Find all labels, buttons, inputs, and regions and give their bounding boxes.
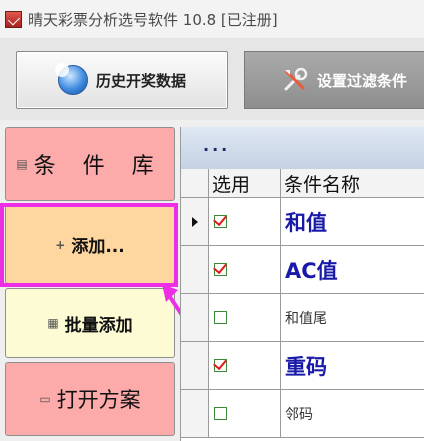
row-indicator[interactable]	[181, 390, 209, 438]
current-row-arrow-icon	[192, 217, 198, 227]
column-header-name[interactable]: 条件名称	[281, 169, 424, 198]
row-indicator[interactable]	[181, 246, 209, 294]
select-cell	[209, 198, 281, 246]
row-indicator[interactable]	[181, 294, 209, 342]
condition-library-button[interactable]: ▤ 条 件 库	[5, 127, 175, 201]
highlight-annotation-box	[0, 203, 178, 287]
batch-add-label: 批量添加	[64, 315, 133, 336]
title-bar: 晴天彩票分析选号软件 10.8 [已注册]	[0, 0, 424, 39]
condition-library-label: 条 件 库	[33, 154, 164, 179]
history-draw-data-label: 历史开奖数据	[95, 71, 186, 90]
globe-icon	[54, 63, 88, 95]
batch-add-button[interactable]: ▦ 批量添加	[5, 288, 175, 358]
open-plan-label: 打开方案	[56, 388, 141, 412]
use-checkbox[interactable]	[214, 311, 227, 324]
condition-name-cell[interactable]: 邻码	[281, 390, 424, 438]
tools-icon	[284, 67, 308, 91]
row-indicator[interactable]	[181, 342, 209, 390]
condition-name-cell[interactable]: 和值尾	[281, 294, 424, 342]
condition-name-cell[interactable]: 重码	[281, 342, 424, 390]
toolbar: 历史开奖数据 设置过滤条件	[0, 38, 424, 120]
set-filter-conditions-button[interactable]: 设置过滤条件	[244, 51, 424, 109]
select-cell	[209, 294, 281, 342]
select-cell	[209, 246, 281, 294]
app-icon	[5, 10, 22, 28]
open-plan-button[interactable]: ▭ 打开方案	[5, 362, 175, 436]
grid-caption: ...	[181, 127, 424, 169]
header-corner	[181, 169, 209, 198]
condition-name-cell[interactable]: 和值	[281, 198, 424, 246]
set-filter-conditions-label: 设置过滤条件	[316, 71, 407, 90]
grid-icon: ▦	[47, 316, 59, 330]
use-checkbox[interactable]	[214, 407, 227, 420]
row-indicator[interactable]	[181, 198, 209, 246]
folder-icon: ▭	[39, 392, 51, 406]
history-draw-data-button[interactable]: 历史开奖数据	[16, 51, 228, 109]
list-icon: ▤	[16, 157, 28, 171]
conditions-grid: ... 选用 条件名称 和值 AC值 和值尾 重码 邻码	[180, 127, 424, 441]
select-cell	[209, 342, 281, 390]
column-header-select[interactable]: 选用	[209, 169, 281, 198]
use-checkbox[interactable]	[214, 359, 227, 372]
condition-name-cell[interactable]: AC值	[281, 246, 424, 294]
select-cell	[209, 390, 281, 438]
use-checkbox[interactable]	[214, 263, 227, 276]
use-checkbox[interactable]	[214, 215, 227, 228]
window-title: 晴天彩票分析选号软件 10.8 [已注册]	[28, 10, 278, 29]
